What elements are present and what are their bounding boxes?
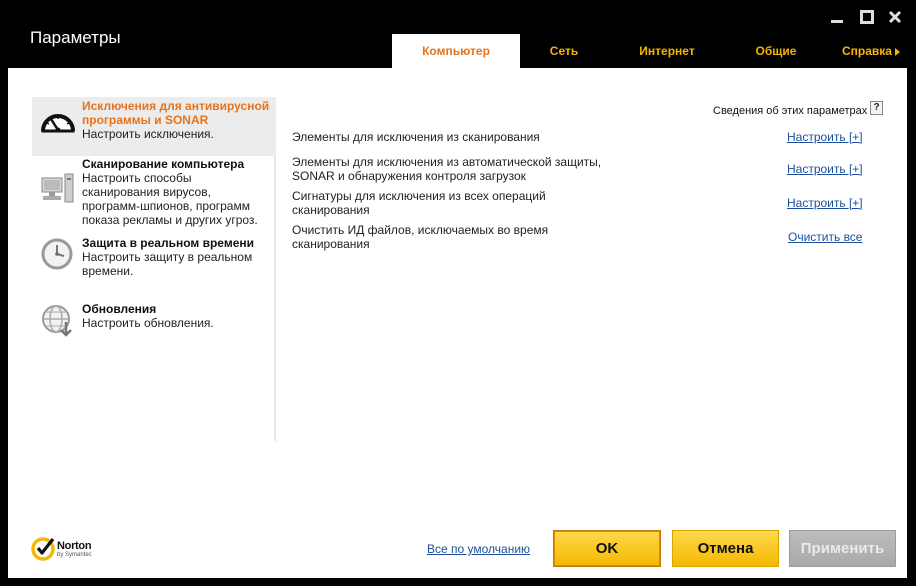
info-link[interactable]: Сведения об этих параметрах (713, 105, 867, 117)
tab-bar: Компьютер Сеть Интернет Общие Справка (392, 34, 916, 68)
gauge-icon (40, 105, 76, 141)
row-label: Очистить ИД файлов, исключаемых во время… (292, 223, 549, 251)
norton-logo: Norton by Symantec (31, 535, 111, 565)
clock-icon (40, 236, 76, 272)
sidebar-item-text: Исключения для антивирусной программы и … (82, 99, 272, 141)
window-title: Параметры (30, 28, 121, 47)
sidebar-item-desc: Настроить исключения. (82, 127, 214, 141)
apply-button[interactable]: Применить (789, 530, 896, 567)
row-label: Элементы для исключения из сканирования (292, 130, 540, 144)
sidebar-item-text: Сканирование компьютера Настроить способ… (82, 157, 272, 227)
tab-internet[interactable]: Интернет (608, 34, 726, 68)
cancel-button[interactable]: Отмена (672, 530, 779, 567)
computer-icon (40, 172, 76, 208)
sidebar-item-realtime[interactable]: Защита в реальном времени Настроить защи… (32, 234, 276, 284)
sidebar-item-desc: Настроить обновления. (82, 316, 214, 330)
sidebar-item-title: Сканирование компьютера (82, 157, 245, 171)
sidebar-item-desc: Настроить защиту в реальном времени. (82, 250, 253, 278)
sidebar-item-scan[interactable]: Сканирование компьютера Настроить способ… (32, 156, 276, 230)
tab-network[interactable]: Сеть (520, 34, 608, 68)
sidebar-item-updates[interactable]: Обновления Настроить обновления. (32, 300, 276, 340)
sidebar-item-text: Защита в реальном времени Настроить защи… (82, 236, 272, 278)
sidebar-item-title: Защита в реальном времени (82, 236, 254, 250)
sidebar-item-title: Исключения для антивирусной программы и … (82, 99, 270, 127)
norton-brand-sub: by Symantec (57, 552, 92, 558)
checkmark-icon (31, 537, 55, 561)
help-icon[interactable]: ? (870, 101, 883, 115)
configure-link[interactable]: Настроить [+] (787, 162, 863, 176)
sidebar-item-exclusions[interactable]: Исключения для антивирусной программы и … (32, 97, 276, 156)
settings-window: Параметры Компьютер Сеть Интернет Общие … (0, 0, 916, 586)
title-bar: Параметры Компьютер Сеть Интернет Общие … (0, 0, 916, 68)
chevron-right-icon (894, 47, 900, 56)
sidebar: Исключения для антивирусной программы и … (32, 97, 276, 441)
content-panel: Исключения для антивирусной программы и … (8, 68, 907, 578)
restore-defaults-link[interactable]: Все по умолчанию (427, 542, 530, 556)
globe-update-icon (40, 302, 76, 338)
configure-link[interactable]: Настроить [+] (787, 196, 863, 210)
norton-brand: Norton (57, 540, 92, 552)
minimize-icon[interactable] (826, 8, 848, 28)
row-label: Элементы для исключения из автоматическо… (292, 155, 602, 183)
configure-link[interactable]: Настроить [+] (787, 130, 863, 144)
ok-button[interactable]: OK (553, 530, 661, 567)
tab-help[interactable]: Справка (826, 34, 916, 68)
clear-all-link[interactable]: Очистить все (788, 230, 862, 244)
tab-help-label: Справка (842, 44, 892, 58)
sidebar-item-text: Обновления Настроить обновления. (82, 302, 272, 330)
sidebar-item-desc: Настроить способы сканирования вирусов, … (82, 171, 258, 227)
tab-computer[interactable]: Компьютер (392, 34, 520, 68)
tab-general[interactable]: Общие (726, 34, 826, 68)
maximize-icon[interactable] (856, 8, 878, 28)
row-label: Сигнатуры для исключения из всех операци… (292, 189, 546, 217)
sidebar-item-title: Обновления (82, 302, 157, 316)
close-icon[interactable] (884, 8, 906, 28)
